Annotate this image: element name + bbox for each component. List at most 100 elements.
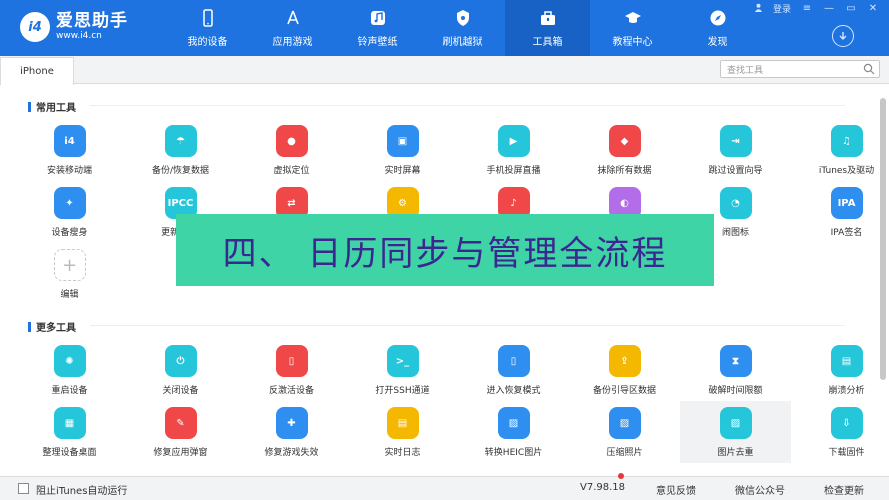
minimize-icon[interactable]: — bbox=[823, 3, 835, 15]
menu-icon[interactable]: ≡ bbox=[801, 3, 813, 15]
notification-dot bbox=[618, 473, 624, 479]
tool-label: 虚拟定位 bbox=[273, 166, 310, 176]
search-placeholder: 查找工具 bbox=[727, 65, 764, 76]
heic-icon: ▨ bbox=[497, 407, 530, 439]
logo-badge: i4 bbox=[20, 12, 50, 42]
feedback-link[interactable]: 意见反馈 bbox=[656, 482, 696, 497]
repair-app-icon: ✎ bbox=[164, 407, 197, 439]
umbrella-icon: ☂ bbox=[164, 125, 197, 157]
divider bbox=[90, 105, 845, 106]
tool-item[interactable]: ☂ 备份/恢复数据 bbox=[125, 119, 236, 181]
play-icon: ▶ bbox=[497, 125, 530, 157]
tool-label: 打开SSH通道 bbox=[375, 386, 430, 396]
brand-name: 爱思助手 bbox=[56, 11, 128, 31]
tool-item[interactable]: IPA IPA签名 bbox=[791, 181, 880, 243]
tool-label: 安装移动端 bbox=[46, 166, 92, 176]
tool-item[interactable]: ▤ 实时日志 bbox=[347, 401, 458, 463]
music-icon bbox=[370, 10, 385, 25]
log-icon: ▤ bbox=[386, 407, 419, 439]
tool-item[interactable]: ▨ 图片去重 bbox=[680, 401, 791, 463]
nav-item-6[interactable]: 发现 bbox=[675, 0, 760, 56]
tool-item[interactable]: ✺ 重启设备 bbox=[14, 339, 125, 401]
status-bar: 阻止iTunes自动运行 V7.98.18 意见反馈 微信公众号 检查更新 bbox=[0, 473, 889, 500]
tool-label: 备份/恢复数据 bbox=[151, 166, 210, 176]
nav-item-4[interactable]: 工具箱 bbox=[505, 0, 590, 56]
tool-label: 反激活设备 bbox=[268, 386, 314, 396]
divider bbox=[90, 325, 845, 326]
tool-label: 备份引导区数据 bbox=[592, 386, 656, 396]
tool-label: 破解时间限额 bbox=[708, 386, 763, 396]
window-controls: 登录 ≡ — ▭ ✕ bbox=[754, 2, 879, 15]
tool-label: IPA签名 bbox=[830, 228, 863, 238]
tool-item[interactable]: ● 虚拟定位 bbox=[236, 119, 347, 181]
tool-label: 实时日志 bbox=[384, 448, 421, 458]
tool-item[interactable]: ✦ 设备瘦身 bbox=[14, 181, 125, 243]
tool-item[interactable]: ▤ 崩溃分析 bbox=[791, 339, 880, 401]
download-firmware-icon: ⇩ bbox=[830, 407, 863, 439]
nav-item-3[interactable]: 刷机越狱 bbox=[420, 0, 505, 56]
nav-label: 刷机越狱 bbox=[442, 36, 483, 48]
tool-label: 实时屏幕 bbox=[384, 166, 421, 176]
nav-item-2[interactable]: 铃声壁纸 bbox=[335, 0, 420, 56]
ipa-icon: IPA bbox=[830, 187, 863, 219]
tool-item[interactable]: ✚ 修复游戏失效 bbox=[236, 401, 347, 463]
wechat-link[interactable]: 微信公众号 bbox=[735, 482, 785, 497]
tool-item[interactable]: ⇩ 下载固件 bbox=[791, 401, 880, 463]
check-update-link[interactable]: 检查更新 bbox=[824, 482, 864, 497]
search-input[interactable]: 查找工具 bbox=[720, 60, 880, 78]
search-icon[interactable] bbox=[863, 63, 875, 75]
hourglass-icon: ⧗ bbox=[719, 345, 752, 377]
tool-label: 手机投屏直播 bbox=[486, 166, 541, 176]
tool-label: 跳过设置向导 bbox=[708, 166, 763, 176]
more-tools-grid: ✺ 重启设备 ⏻ 关闭设备 ▯ 反激活设备 >_ 打开SSH通道 ▯ 进入恢复模式 ⇪ 备份引导区数据… bbox=[14, 339, 880, 463]
nav-item-0[interactable]: 我的设备 bbox=[165, 0, 250, 56]
tool-label: 编辑 bbox=[60, 290, 79, 300]
top-bar: i4 爱思助手 www.i4.cn 我的设备 应用游戏 铃声壁纸 刷机越狱 工具箱 教程中… bbox=[0, 0, 889, 56]
tool-label: 图片去重 bbox=[717, 448, 754, 458]
tool-item[interactable]: ⏻ 关闭设备 bbox=[125, 339, 236, 401]
power-icon: ⏻ bbox=[164, 345, 197, 377]
toolbox-icon bbox=[540, 10, 555, 25]
nav-label: 铃声壁纸 bbox=[357, 36, 398, 48]
tool-item[interactable]: ⇪ 备份引导区数据 bbox=[569, 339, 680, 401]
tool-item[interactable]: ▦ 整理设备桌面 bbox=[14, 401, 125, 463]
tool-item[interactable]: ⧗ 破解时间限额 bbox=[680, 339, 791, 401]
tool-item[interactable]: ✎ 修复应用弹窗 bbox=[125, 401, 236, 463]
tab-iphone[interactable]: iPhone bbox=[0, 57, 74, 85]
location-pin-icon: ● bbox=[275, 125, 308, 157]
tool-item[interactable]: ▯ 反激活设备 bbox=[236, 339, 347, 401]
scrollbar[interactable] bbox=[880, 98, 886, 380]
restart-icon: ✺ bbox=[53, 345, 86, 377]
nav-label: 工具箱 bbox=[532, 36, 563, 48]
nav-item-5[interactable]: 教程中心 bbox=[590, 0, 675, 56]
user-icon[interactable] bbox=[754, 3, 763, 15]
maximize-icon[interactable]: ▭ bbox=[845, 3, 857, 15]
tool-item[interactable]: >_ 打开SSH通道 bbox=[347, 339, 458, 401]
block-itunes-checkbox[interactable] bbox=[18, 483, 29, 494]
nav-label: 应用游戏 bbox=[272, 36, 313, 48]
i4-app-icon: i4 bbox=[53, 125, 86, 157]
close-icon[interactable]: ✕ bbox=[867, 3, 879, 15]
shield-icon bbox=[456, 9, 469, 26]
appstore-icon bbox=[286, 10, 299, 24]
graduation-cap-icon bbox=[624, 11, 641, 23]
tool-item[interactable]: i4 安装移动端 bbox=[14, 119, 125, 181]
banner-text: 四、 日历同步与管理全流程 bbox=[222, 233, 668, 274]
itunes-icon: ♫ bbox=[830, 125, 863, 157]
download-icon[interactable] bbox=[832, 25, 854, 47]
block-itunes-label: 阻止iTunes自动运行 bbox=[36, 486, 128, 497]
tool-item[interactable]: ▣ 实时屏幕 bbox=[347, 119, 458, 181]
tool-item[interactable]: ▯ 进入恢复模式 bbox=[458, 339, 569, 401]
device-tab-bar: iPhone 查找工具 bbox=[0, 56, 889, 85]
skip-icon: ⇥ bbox=[719, 125, 752, 157]
tool-item[interactable]: ▨ 转换HEIC图片 bbox=[458, 401, 569, 463]
tool-item[interactable]: + 编辑 bbox=[14, 243, 125, 305]
login-link[interactable]: 登录 bbox=[773, 2, 791, 15]
tool-item[interactable]: ▶ 手机投屏直播 bbox=[458, 119, 569, 181]
tool-item[interactable]: ⇥ 跳过设置向导 bbox=[680, 119, 791, 181]
tool-item[interactable]: ▨ 压缩照片 bbox=[569, 401, 680, 463]
tool-item[interactable]: ◆ 抹除所有数据 bbox=[569, 119, 680, 181]
nav-item-1[interactable]: 应用游戏 bbox=[250, 0, 335, 56]
nav-label: 我的设备 bbox=[187, 36, 228, 48]
tool-item[interactable]: ♫ iTunes及驱动 bbox=[791, 119, 880, 181]
